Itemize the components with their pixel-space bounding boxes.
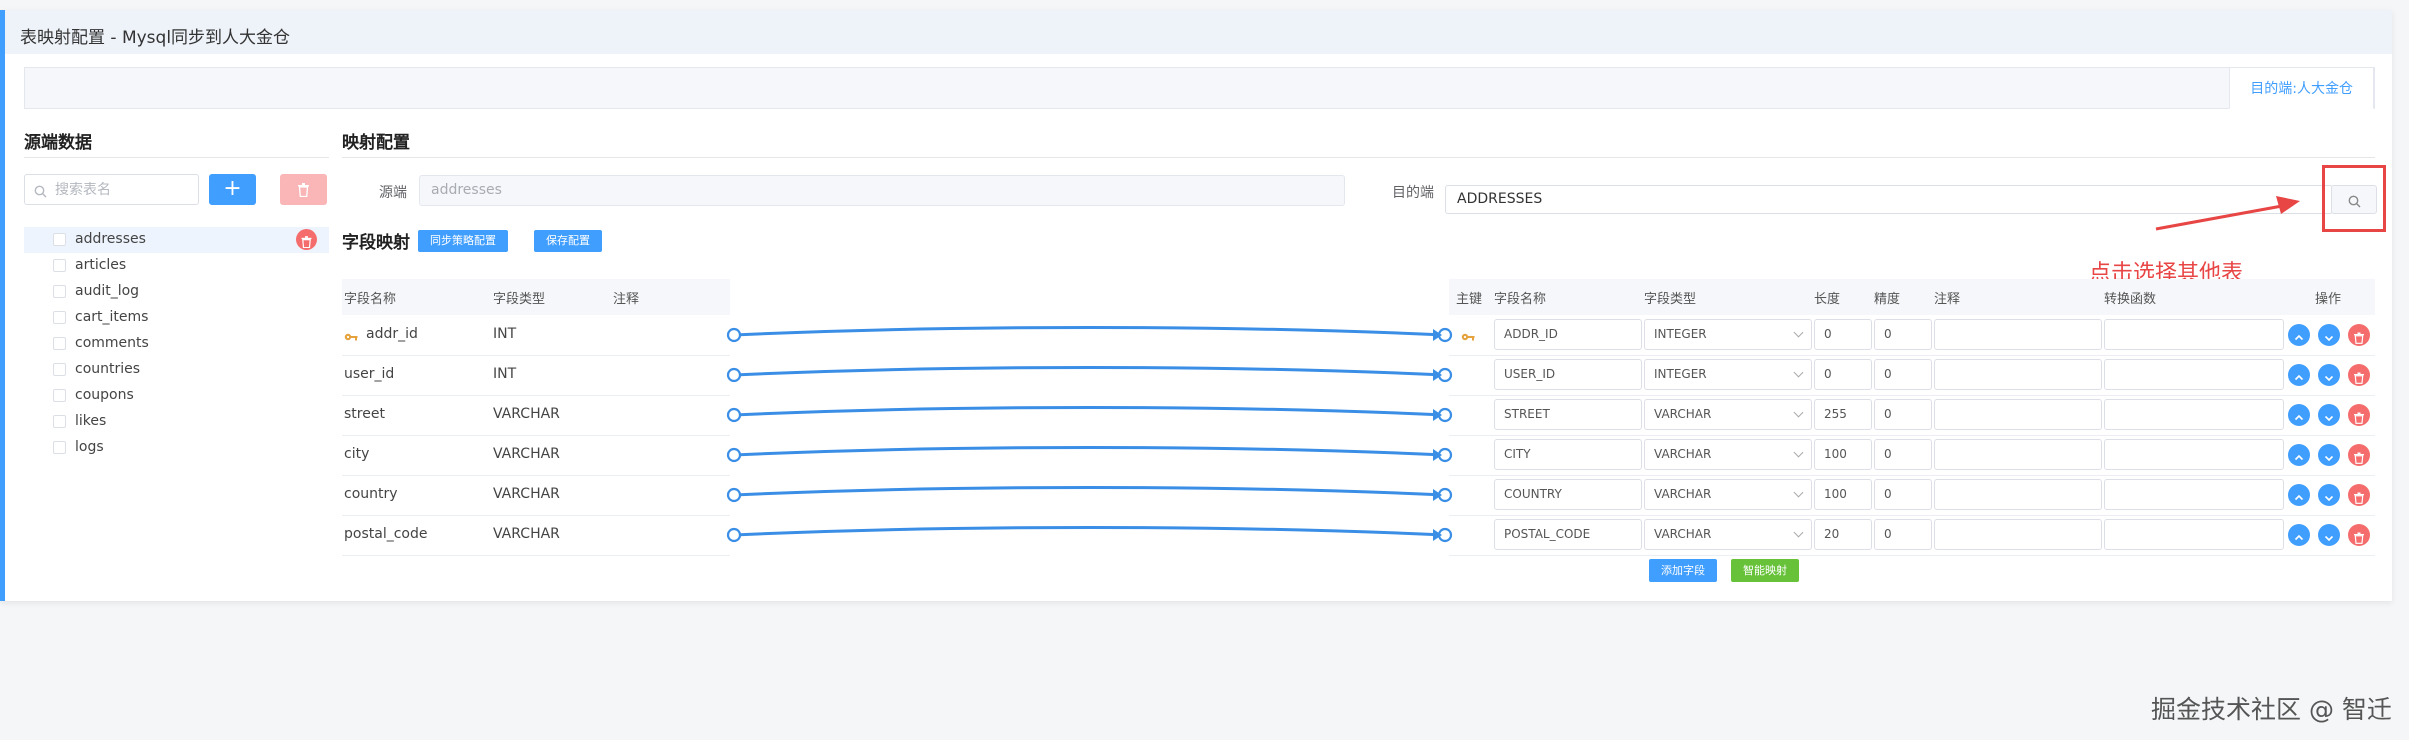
watermark: 掘金技术社区 @ 智迁 [2151, 695, 2392, 724]
annotation-arrow [2155, 196, 2300, 231]
